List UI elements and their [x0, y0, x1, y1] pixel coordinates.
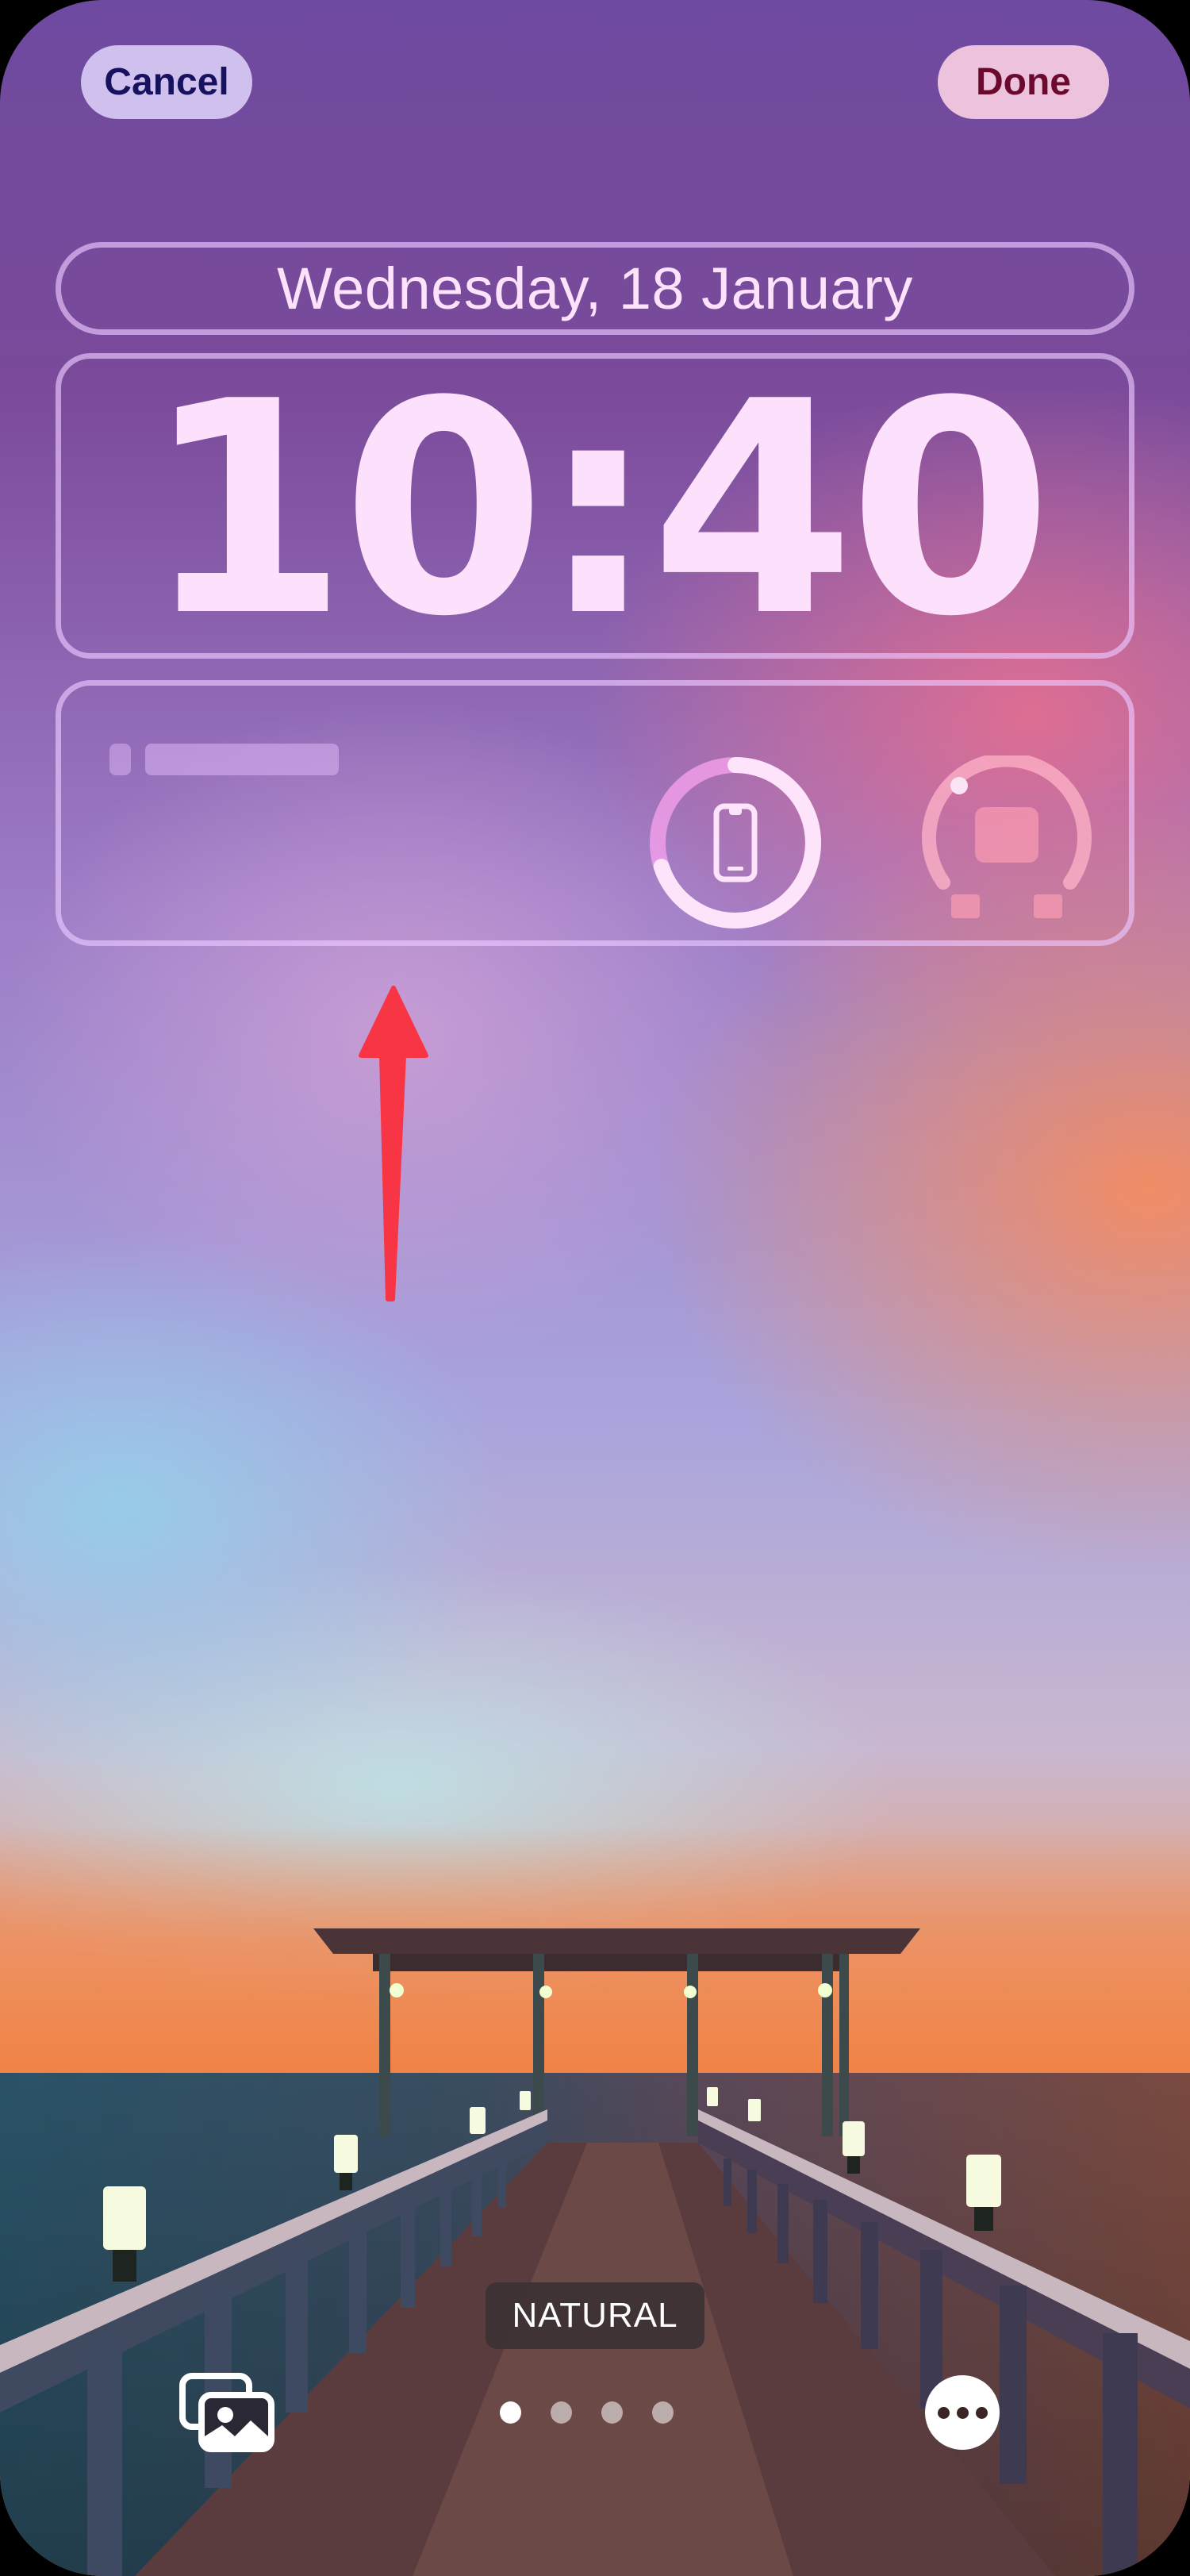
widgets-editor[interactable]: [56, 680, 1134, 946]
lock-time: 10:40: [144, 339, 1053, 681]
date-editor[interactable]: Wednesday, 18 January: [56, 242, 1134, 335]
pavilion-post: [533, 1954, 544, 2136]
pavilion-post: [822, 1954, 833, 2136]
pier-light: [818, 1983, 832, 1997]
gauge-knob: [950, 777, 968, 794]
page-dot[interactable]: [551, 2401, 572, 2424]
done-button[interactable]: Done: [938, 45, 1109, 119]
device-gauge-icon: [975, 807, 1038, 863]
pavilion-post: [379, 1954, 390, 2136]
more-ellipsis-icon: [956, 2406, 969, 2419]
widget-placeholder-text: [145, 744, 339, 775]
lock-date: Wednesday, 18 January: [277, 256, 913, 321]
time-editor[interactable]: 10:40: [56, 353, 1134, 659]
cancel-button[interactable]: Cancel: [81, 45, 252, 119]
more-ellipsis-icon: [937, 2406, 950, 2419]
pier-light: [539, 1986, 552, 1998]
pier-light: [684, 1986, 697, 1998]
pavilion-post: [839, 1954, 849, 2136]
page-dot[interactable]: [652, 2401, 674, 2424]
pavilion-post: [687, 1954, 698, 2136]
pavilion-beam: [373, 1954, 849, 1971]
widget-placeholder-icon: [109, 744, 131, 775]
gauge-placeholder-right: [1034, 894, 1062, 918]
more-options-button[interactable]: [925, 2375, 1000, 2450]
page-dot[interactable]: [500, 2401, 521, 2424]
pier-light: [390, 1983, 404, 1997]
photo-gallery-icon: [179, 2373, 274, 2452]
page-indicator[interactable]: [500, 2401, 674, 2424]
pavilion-roof: [313, 1928, 920, 1954]
battery-widget[interactable]: [648, 755, 823, 930]
device-gauge-widget[interactable]: [919, 755, 1094, 930]
photo-gallery-button[interactable]: [178, 2371, 276, 2454]
page-dot[interactable]: [601, 2401, 623, 2424]
more-ellipsis-icon: [975, 2406, 988, 2419]
gauge-placeholder-left: [951, 894, 980, 918]
lock-screen-editor: Cancel Done Wednesday, 18 January 10:40: [0, 0, 1190, 2576]
filter-name-label: NATURAL: [486, 2282, 704, 2349]
iphone-icon: [713, 803, 758, 882]
